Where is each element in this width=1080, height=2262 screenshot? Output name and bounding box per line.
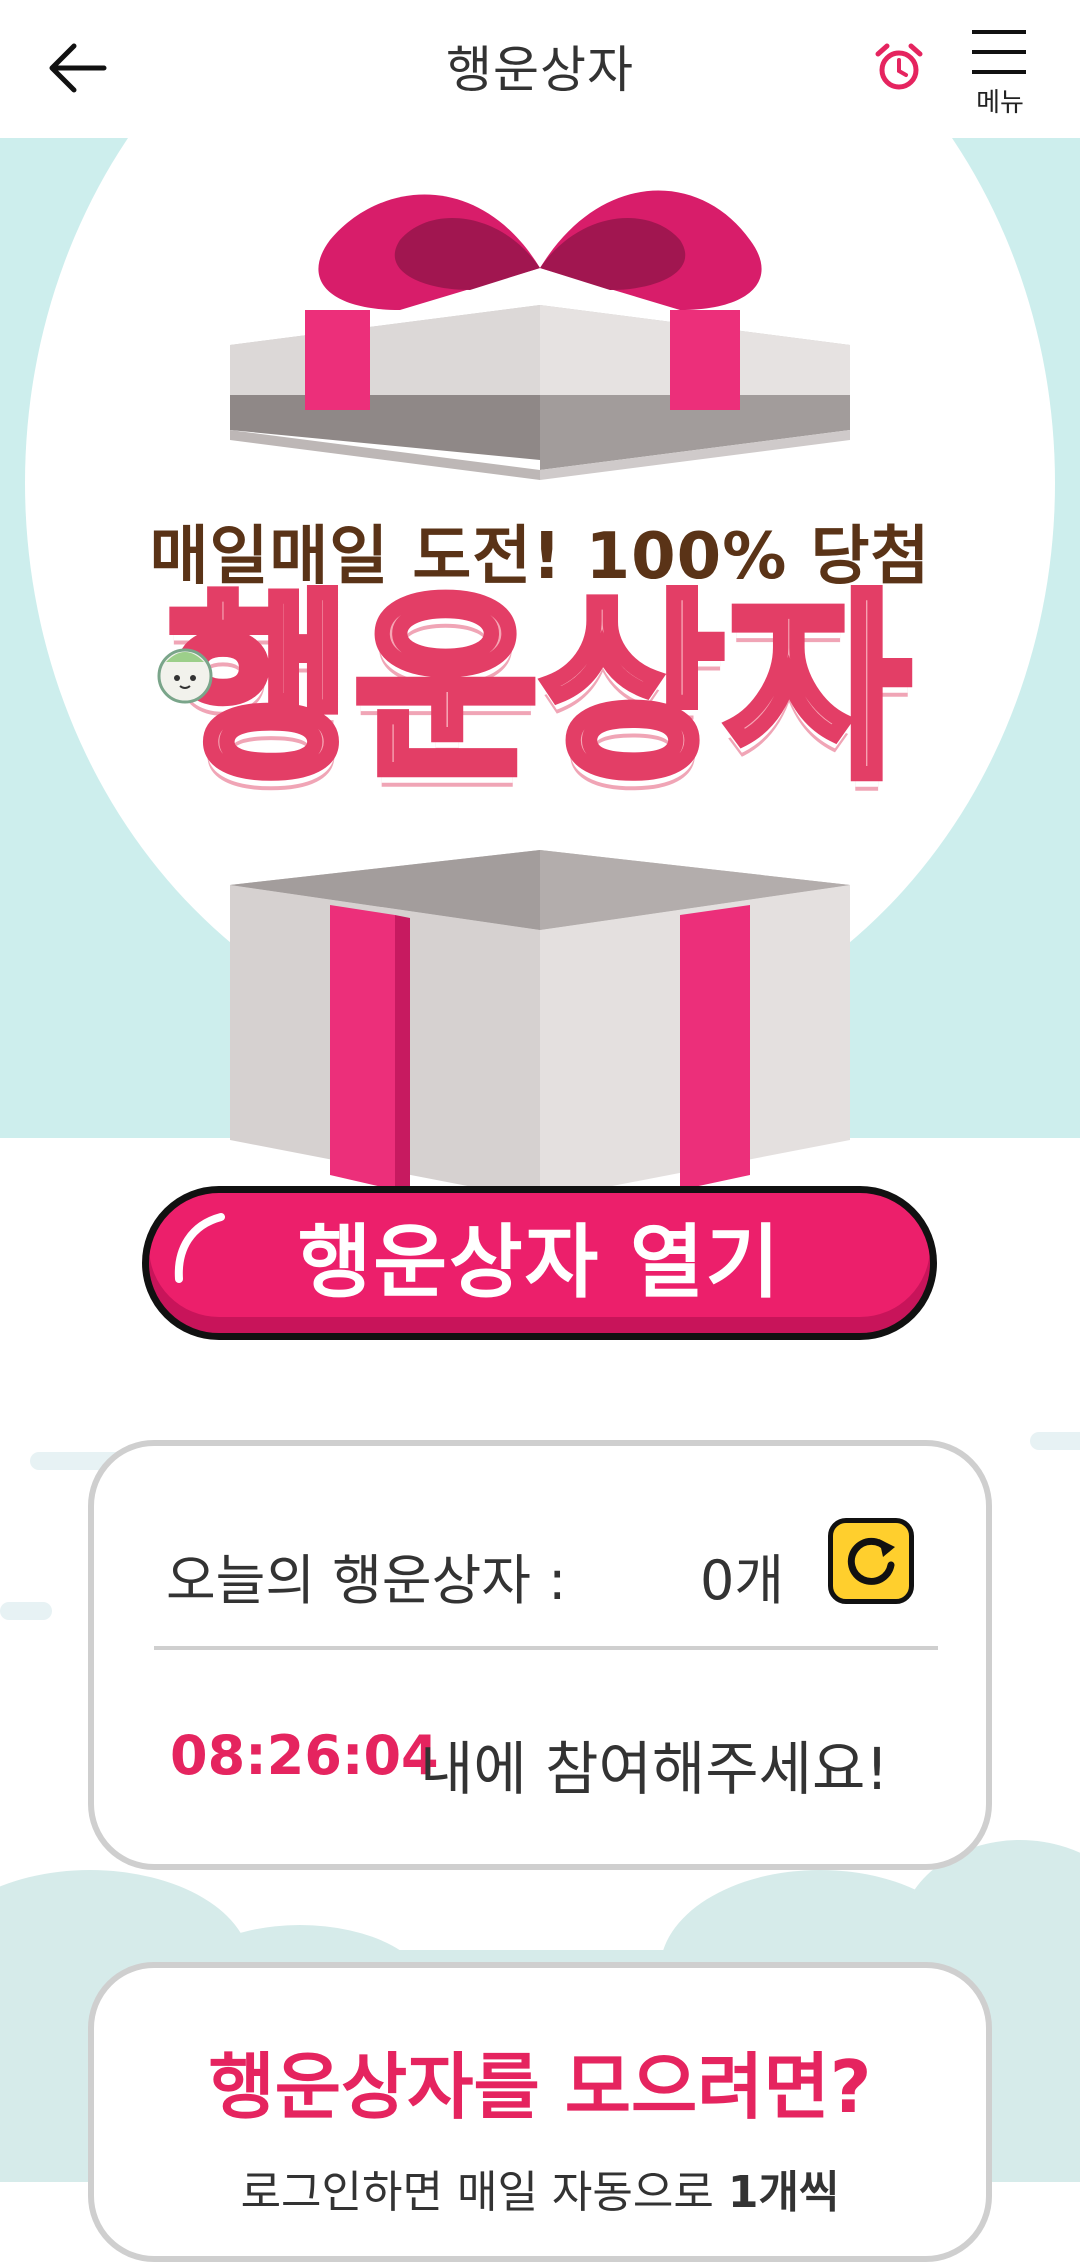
alarm-clock-icon xyxy=(875,43,923,90)
today-label: 오늘의 행운상자 : xyxy=(166,1549,567,1612)
decor-line xyxy=(1030,1432,1080,1450)
collect-desc-bold: 1개씩 xyxy=(727,2167,840,2218)
top-header: 행운상자 메뉴 xyxy=(0,0,1080,138)
collect-description: 로그인하면 매일 자동으로 1개씩 xyxy=(94,2156,986,2220)
decor-line xyxy=(0,1602,52,1620)
button-gloss xyxy=(174,1213,225,1283)
collect-desc-text: 로그인하면 매일 자동으로 xyxy=(240,2167,728,2218)
open-box-label: 행운상자 열기 xyxy=(297,1216,782,1309)
refresh-button[interactable] xyxy=(828,1518,914,1604)
status-card: 오늘의 행운상자 : 0개 08:26:04 내에 참여해주세요! xyxy=(88,1440,992,1870)
collect-title: 행운상자를 모으려면? xyxy=(208,2045,872,2129)
countdown-timer: 08:26:04 xyxy=(170,1724,439,1787)
menu-label: 메뉴 xyxy=(976,88,1024,118)
card-divider xyxy=(154,1646,938,1650)
refresh-icon xyxy=(847,1537,895,1585)
hamburger-icon xyxy=(972,30,1026,74)
timer-message: 내에 참여해주세요! xyxy=(420,1735,889,1803)
mascot-icon xyxy=(157,648,213,704)
open-box-button[interactable]: 행운상자 열기 xyxy=(142,1186,937,1340)
collect-info-card: 행운상자를 모으려면? 로그인하면 매일 자동으로 1개씩 xyxy=(88,1962,992,2262)
today-count: 0개 xyxy=(700,1549,785,1612)
alarm-button[interactable] xyxy=(870,38,928,96)
menu-button[interactable]: 메뉴 xyxy=(968,24,1032,118)
